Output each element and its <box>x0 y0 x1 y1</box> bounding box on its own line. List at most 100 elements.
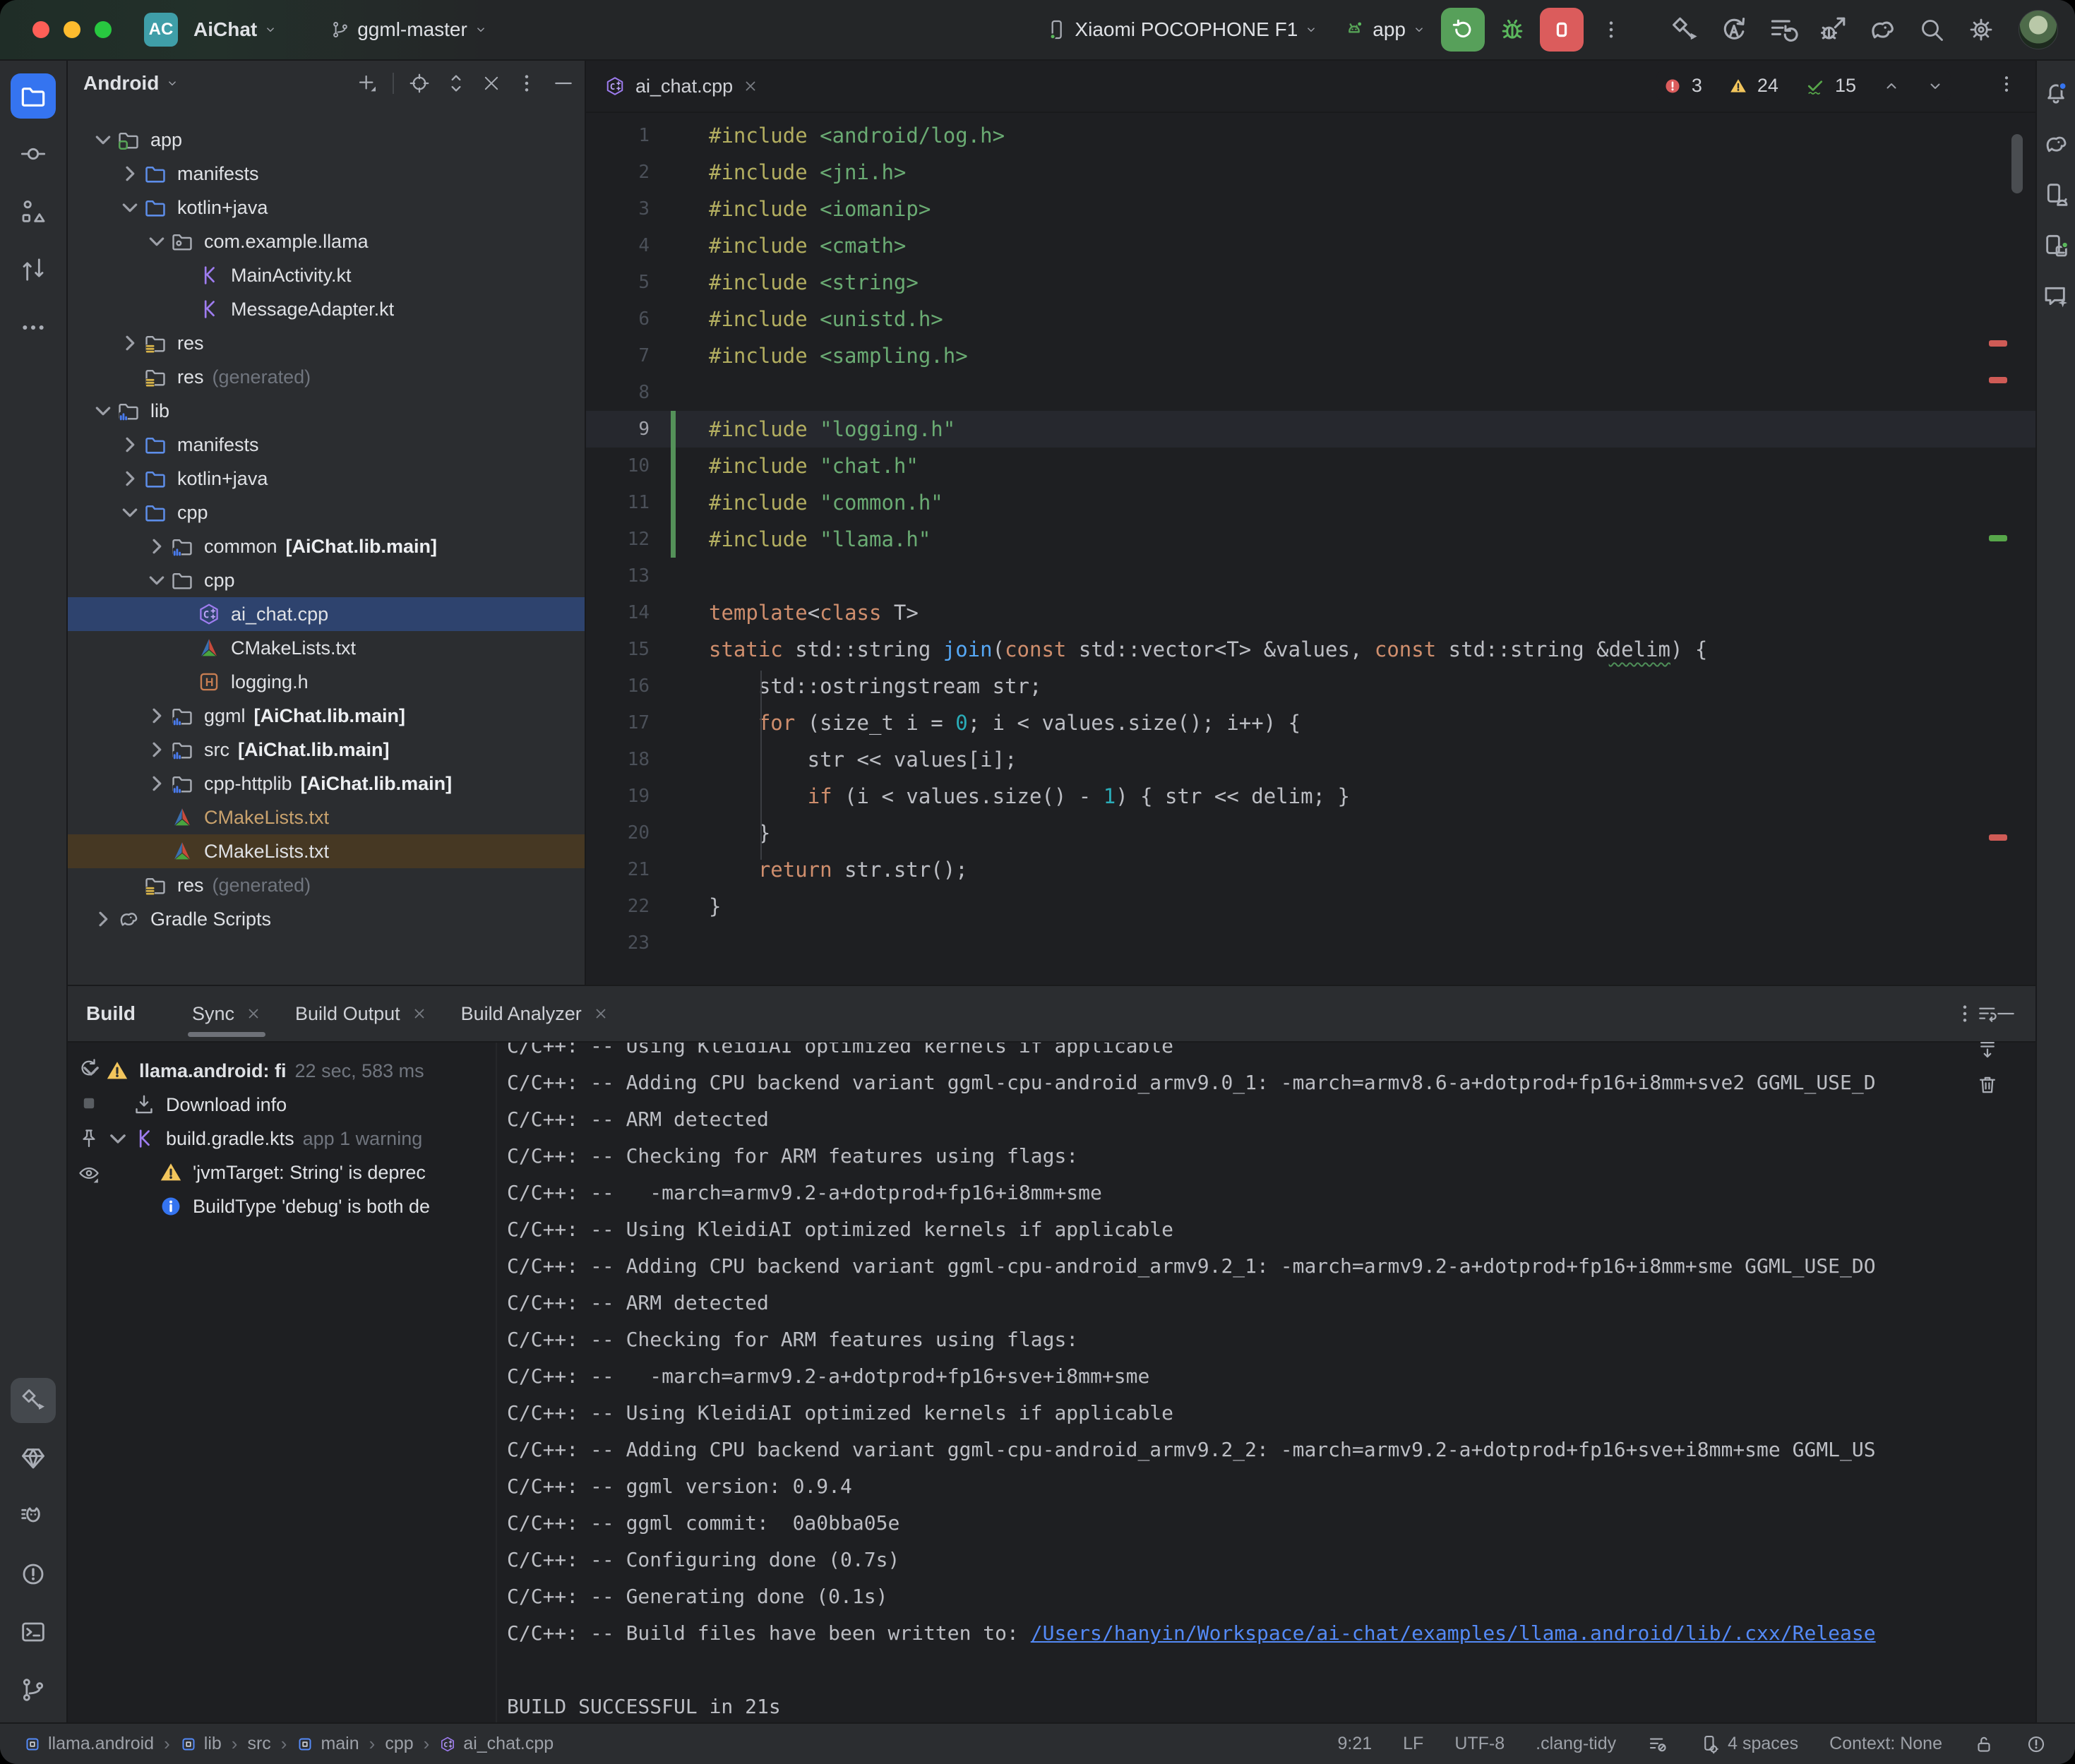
tree-chevron-icon[interactable] <box>116 431 143 458</box>
close-window-button[interactable] <box>32 21 49 38</box>
tree-row[interactable]: CMakeLists.txt <box>68 800 585 834</box>
tree-chevron-icon[interactable] <box>143 533 170 560</box>
build-tree-row[interactable]: llama.android: fi22 sec, 583 ms <box>68 1054 497 1088</box>
tree-row[interactable]: MainActivity.kt <box>68 258 585 292</box>
tree-row[interactable]: CMakeLists.txt <box>68 631 585 665</box>
sidebar-item-problems[interactable] <box>11 1552 56 1597</box>
apply-changes-restart-button[interactable] <box>1762 8 1805 52</box>
breadcrumb-item[interactable]: src <box>247 1734 270 1754</box>
more-run-actions-button[interactable] <box>1589 8 1633 52</box>
clear-console-icon[interactable] <box>1976 1074 1999 1096</box>
tree-chevron-icon[interactable] <box>116 160 143 187</box>
tree-row[interactable]: MessageAdapter.kt <box>68 292 585 326</box>
code-line[interactable]: 2#include <jni.h> <box>586 154 2035 191</box>
code-line[interactable]: 16 std::ostringstream str; <box>586 668 2035 704</box>
file-encoding[interactable]: UTF-8 <box>1454 1734 1505 1754</box>
settings-button[interactable] <box>1959 8 2003 52</box>
tree-row[interactable]: manifests <box>68 157 585 191</box>
add-icon[interactable] <box>356 72 378 95</box>
search-everywhere-button[interactable] <box>1910 8 1954 52</box>
tree-chevron-icon[interactable] <box>90 397 116 424</box>
stop-app-button[interactable] <box>1540 8 1584 52</box>
avatar[interactable] <box>2019 10 2058 49</box>
tree-row[interactable]: ggml[AiChat.lib.main] <box>68 699 585 733</box>
project-selector[interactable]: AiChat <box>184 11 287 48</box>
code-line[interactable]: 15static std::string join(const std::vec… <box>586 631 2035 668</box>
apply-code-changes-button[interactable] <box>1811 8 1855 52</box>
breadcrumb-item[interactable]: lib <box>180 1734 222 1754</box>
tree-chevron-icon[interactable] <box>116 330 143 356</box>
tree-chevron-icon[interactable] <box>143 770 170 797</box>
close-icon[interactable] <box>246 1006 261 1021</box>
tree-chevron-icon[interactable] <box>116 194 143 221</box>
code-line[interactable]: 11#include "common.h" <box>586 484 2035 521</box>
gemini-chat-icon[interactable] <box>2042 282 2070 311</box>
tab-build-analyzer[interactable]: Build Analyzer <box>444 986 626 1041</box>
tree-row[interactable]: cpp-httplib[AiChat.lib.main] <box>68 767 585 800</box>
next-problem-icon[interactable] <box>1927 78 1944 95</box>
error-stripe-mark[interactable] <box>1989 377 2007 383</box>
tree-row[interactable]: manifests <box>68 428 585 462</box>
breadcrumb-item[interactable]: llama.android <box>24 1734 154 1754</box>
close-icon[interactable] <box>593 1006 609 1021</box>
scroll-to-end-icon[interactable] <box>1976 1038 1999 1061</box>
sidebar-item-more[interactable] <box>11 305 56 350</box>
build-tree-row[interactable]: 'jvmTarget: String' is deprec <box>68 1156 497 1189</box>
caret-position[interactable]: 9:21 <box>1337 1734 1372 1754</box>
tree-row[interactable]: cpp <box>68 496 585 529</box>
build-project-button[interactable] <box>1663 8 1706 52</box>
tree-chevron-icon[interactable] <box>90 126 116 153</box>
sidebar-item-project[interactable] <box>11 73 56 119</box>
sidebar-item-terminal[interactable] <box>11 1609 56 1655</box>
tree-chevron-icon[interactable] <box>90 906 116 932</box>
editor-scrollbar[interactable] <box>2011 134 2023 193</box>
sidebar-item-app-quality-insights[interactable] <box>11 1436 56 1481</box>
previous-problem-icon[interactable] <box>1883 78 1900 95</box>
build-tree-row[interactable]: BuildType 'debug' is both de <box>68 1189 497 1223</box>
build-tree-row[interactable]: build.gradle.ktsapp 1 warning <box>68 1122 497 1156</box>
clang-tidy-profile[interactable]: .clang-tidy <box>1536 1734 1616 1754</box>
code-line[interactable]: 7#include <sampling.h> <box>586 337 2035 374</box>
code-line[interactable]: 1#include <android/log.h> <box>586 117 2035 154</box>
error-stripe-mark[interactable] <box>1989 340 2007 347</box>
code-line[interactable]: 20 } <box>586 815 2035 851</box>
tree-row[interactable]: src[AiChat.lib.main] <box>68 733 585 767</box>
run-configuration-selector[interactable]: app <box>1333 11 1435 48</box>
tree-row[interactable]: Cai_chat.cpp <box>68 597 585 631</box>
rerun-app-button[interactable] <box>1441 8 1485 52</box>
tree-row[interactable]: res(generated) <box>68 360 585 394</box>
sidebar-item-logcat[interactable] <box>11 1494 56 1539</box>
select-opened-file-icon[interactable] <box>408 72 431 95</box>
code-line[interactable]: 13 <box>586 558 2035 594</box>
code-line[interactable]: 6#include <unistd.h> <box>586 301 2035 337</box>
line-ending[interactable]: LF <box>1403 1734 1423 1754</box>
tree-row[interactable]: com.example.llama <box>68 224 585 258</box>
code-line[interactable]: 8 <box>586 374 2035 411</box>
hide-panel-icon[interactable] <box>552 72 575 95</box>
tree-row[interactable]: CMakeLists.txt <box>68 834 585 868</box>
code-line[interactable]: 10#include "chat.h" <box>586 448 2035 484</box>
tab-build-output[interactable]: Build Output <box>278 986 444 1041</box>
event-log-icon[interactable] <box>2026 1734 2047 1755</box>
lock-icon[interactable] <box>1973 1734 1995 1755</box>
tree-row[interactable]: res(generated) <box>68 868 585 902</box>
panel-options-icon[interactable] <box>515 72 538 95</box>
tree-chevron-icon[interactable] <box>116 465 143 492</box>
expand-all-icon[interactable] <box>445 72 467 95</box>
code-line[interactable]: 22} <box>586 888 2035 925</box>
soft-wrap-icon[interactable] <box>1976 1003 1999 1026</box>
editor-options-icon[interactable] <box>1996 73 2017 95</box>
code-line[interactable]: 17 for (size_t i = 0; i < values.size();… <box>586 704 2035 741</box>
code-line[interactable]: 21 return str.str(); <box>586 851 2035 888</box>
tree-chevron-icon[interactable] <box>143 228 170 255</box>
code-line[interactable]: 12#include "llama.h" <box>586 521 2035 558</box>
minimize-window-button[interactable] <box>64 21 80 38</box>
sidebar-item-version-control[interactable] <box>11 1667 56 1712</box>
close-icon[interactable] <box>412 1006 427 1021</box>
close-icon[interactable] <box>743 78 758 94</box>
sidebar-item-commit[interactable] <box>11 131 56 176</box>
sync-apply-changes-button[interactable] <box>1712 8 1756 52</box>
panel-options-icon[interactable] <box>1954 1002 1976 1025</box>
formatter-toggle-icon[interactable] <box>1647 1734 1668 1755</box>
debug-app-button[interactable] <box>1490 8 1534 52</box>
